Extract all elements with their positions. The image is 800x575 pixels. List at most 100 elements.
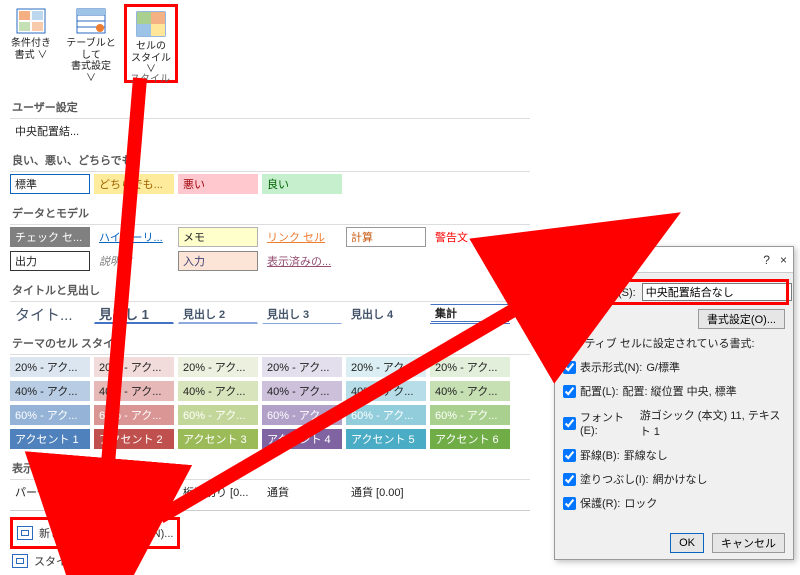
cell-styles-gallery: ユーザー設定 中央配置結... 良い、悪い、どちらでも 標準 どちらでも... … [10, 90, 530, 573]
style-a1-60[interactable]: 60% - アク... [10, 405, 90, 425]
style-currency[interactable]: 通貨 [262, 482, 342, 502]
style-comma[interactable]: 桁区切り [94, 482, 174, 502]
style-dialog: スタイル ? × スタイル名(S): 書式設定(O)... アクティブ セルに設… [554, 246, 794, 560]
style-output[interactable]: 出力 [10, 251, 90, 271]
check-protection-box[interactable] [563, 497, 576, 510]
ok-button[interactable]: OK [670, 533, 704, 553]
style-h1[interactable]: 見出し 1 [94, 304, 174, 324]
style-check[interactable]: チェック セ... [10, 227, 90, 247]
merge-styles-label: スタイルの結合(M)... [34, 553, 137, 569]
style-normal[interactable]: 標準 [10, 174, 90, 194]
check-font: フォント(E): 游ゴシック (本文) 11, テキスト 1 [563, 407, 785, 439]
style-a3-20[interactable]: 20% - アク... [178, 357, 258, 377]
dialog-titlebar: スタイル ? × [555, 247, 793, 273]
style-h4[interactable]: 見出し 4 [346, 304, 426, 324]
conditional-format-label: 条件付き 書式 ∨ [11, 38, 51, 61]
new-style-icon [17, 526, 33, 540]
style-name-input[interactable] [642, 283, 792, 301]
style-a2-40[interactable]: 40% - アク... [94, 381, 174, 401]
theme-row-60: 60% - アク... 60% - アク... 60% - アク... 60% … [10, 403, 530, 427]
style-accent2[interactable]: アクセント 2 [94, 429, 174, 449]
style-neutral[interactable]: どちらでも... [94, 174, 174, 194]
check-border-box[interactable] [563, 449, 576, 462]
section-gbn: 良い、悪い、どちらでも [10, 149, 530, 172]
style-accent1[interactable]: アクセント 1 [10, 429, 90, 449]
style-title[interactable]: タイト... [10, 304, 90, 324]
theme-row-20: 20% - アク... 20% - アク... 20% - アク... 20% … [10, 355, 530, 379]
style-hyperlink[interactable]: ハイパーリ... [94, 227, 174, 247]
style-h3[interactable]: 見出し 3 [262, 304, 342, 324]
section-format: 表示形式 [10, 457, 530, 480]
check-alignment-value: 配置: 縦位置 中央, 標準 [623, 383, 737, 399]
style-a5-60[interactable]: 60% - アク... [346, 405, 426, 425]
check-number: 表示形式(N): G/標準 [563, 359, 785, 375]
check-number-box[interactable] [563, 361, 576, 374]
check-border: 罫線(B): 罫線なし [563, 447, 785, 463]
style-percent[interactable]: パーセント [10, 482, 90, 502]
style-a4-40[interactable]: 40% - アク... [262, 381, 342, 401]
style-accent6[interactable]: アクセント 6 [430, 429, 510, 449]
style-bad[interactable]: 悪い [178, 174, 258, 194]
check-alignment-label: 配置(L): [580, 383, 619, 399]
theme-row-accent: アクセント 1 アクセント 2 アクセント 3 アクセント 4 アクセント 5 … [10, 427, 530, 451]
style-a1-20[interactable]: 20% - アク... [10, 357, 90, 377]
cell-styles-icon [134, 9, 168, 39]
format-as-table-icon [74, 6, 108, 36]
check-number-value: G/標準 [646, 359, 680, 375]
check-font-label: フォント(E): [580, 409, 636, 437]
dialog-close-button[interactable]: × [780, 253, 787, 267]
cancel-button[interactable]: キャンセル [712, 533, 785, 553]
style-input[interactable]: 入力 [178, 251, 258, 271]
merge-styles-icon [12, 554, 28, 568]
style-accent3[interactable]: アクセント 3 [178, 429, 258, 449]
style-a6-20[interactable]: 20% - アク... [430, 357, 510, 377]
check-border-label: 罫線(B): [580, 447, 620, 463]
style-calc[interactable]: 計算 [346, 227, 426, 247]
style-a1-40[interactable]: 40% - アク... [10, 381, 90, 401]
style-a4-20[interactable]: 20% - アク... [262, 357, 342, 377]
check-font-value: 游ゴシック (本文) 11, テキスト 1 [640, 407, 785, 439]
style-a3-40[interactable]: 40% - アク... [178, 381, 258, 401]
check-font-box[interactable] [563, 417, 576, 430]
style-a6-40[interactable]: 40% - アク... [430, 381, 510, 401]
style-linkcell[interactable]: リンク セル [262, 227, 342, 247]
format-as-table-button[interactable]: テーブルとして 書式設定 ∨ [64, 4, 118, 88]
theme-row-40: 40% - アク... 40% - アク... 40% - アク... 40% … [10, 379, 530, 403]
new-cell-style-label: 新しいセルのスタイル(N)... [39, 525, 173, 541]
style-a2-20[interactable]: 20% - アク... [94, 357, 174, 377]
style-a5-40[interactable]: 40% - アク... [346, 381, 426, 401]
check-alignment-box[interactable] [563, 385, 576, 398]
section-titles: タイトルと見出し [10, 279, 530, 302]
check-protection-label: 保護(R): [580, 495, 620, 511]
style-good[interactable]: 良い [262, 174, 342, 194]
style-a3-60[interactable]: 60% - アク... [178, 405, 258, 425]
dialog-title-text: スタイル [561, 251, 609, 268]
check-fill-box[interactable] [563, 473, 576, 486]
style-accent4[interactable]: アクセント 4 [262, 429, 342, 449]
style-explain[interactable]: 説明文 [94, 251, 174, 271]
style-a5-20[interactable]: 20% - アク... [346, 357, 426, 377]
format-settings-button[interactable]: 書式設定(O)... [698, 309, 785, 329]
style-warning[interactable]: 警告文 [430, 227, 510, 247]
check-alignment: 配置(L): 配置: 縦位置 中央, 標準 [563, 383, 785, 399]
new-cell-style-button[interactable]: 新しいセルのスタイル(N)... [15, 521, 175, 545]
section-theme: テーマのセル スタイル [10, 332, 530, 355]
style-memo[interactable]: メモ [178, 227, 258, 247]
style-total[interactable]: 集計 [430, 304, 510, 324]
style-currency0[interactable]: 通貨 [0.00] [346, 482, 426, 502]
style-a6-60[interactable]: 60% - アク... [430, 405, 510, 425]
check-protection-value: ロック [624, 495, 657, 511]
style-a2-60[interactable]: 60% - アク... [94, 405, 174, 425]
style-a4-60[interactable]: 60% - アク... [262, 405, 342, 425]
style-name-label: スタイル名(S): [563, 284, 636, 300]
dialog-help-button[interactable]: ? [763, 253, 770, 267]
conditional-format-button[interactable]: 条件付き 書式 ∨ [4, 4, 58, 65]
section-user: ユーザー設定 [10, 96, 530, 119]
style-followed[interactable]: 表示済みの... [262, 251, 342, 271]
style-comma0[interactable]: 桁区切り [0... [178, 482, 258, 502]
active-cell-format-label: アクティブ セルに設定されている書式: [563, 335, 785, 351]
style-accent5[interactable]: アクセント 5 [346, 429, 426, 449]
style-h2[interactable]: 見出し 2 [178, 304, 258, 324]
style-user-0[interactable]: 中央配置結... [10, 121, 90, 141]
merge-styles-button[interactable]: スタイルの結合(M)... [10, 549, 530, 573]
